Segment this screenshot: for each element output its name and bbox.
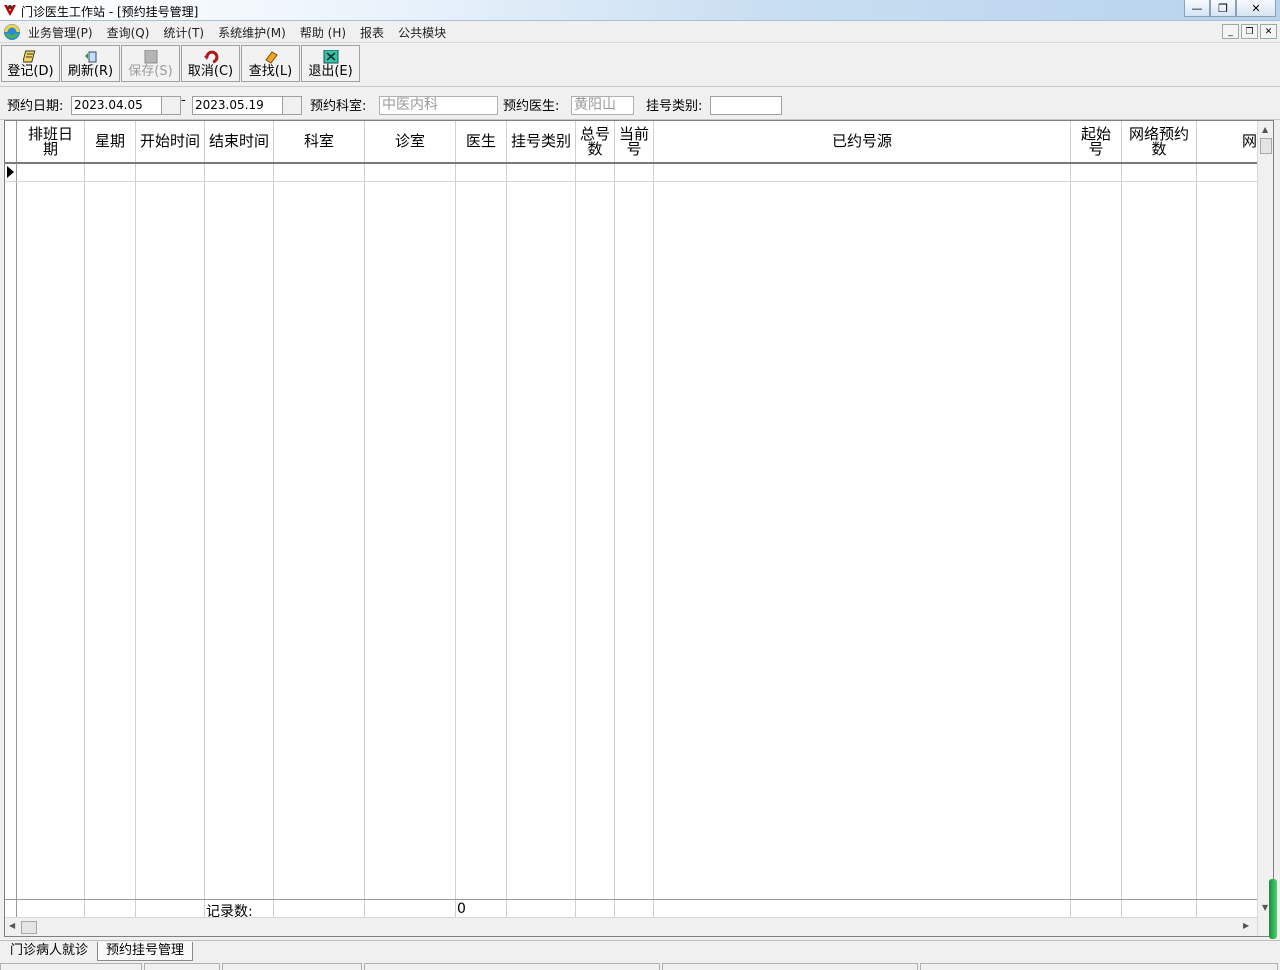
horizontal-scrollbar[interactable]: ◀ ▶ [5, 917, 1257, 936]
filter-bar: 预约日期: 2023.04.05 - 2023.05.19 预约科室: 中医内科… [0, 86, 1280, 120]
vertical-scroll-thumb[interactable] [1260, 138, 1272, 154]
status-bar [0, 962, 1280, 970]
menu-reports[interactable]: 报表 [354, 24, 390, 41]
eraser-icon [264, 51, 278, 64]
dept-field[interactable]: 中医内科 [379, 96, 498, 115]
menu-help[interactable]: 帮助 (H) [294, 24, 352, 41]
undo-icon [203, 50, 218, 64]
scroll-up-icon[interactable]: ▲ [1262, 125, 1268, 134]
exit-icon [323, 50, 338, 64]
date-to-field[interactable]: 2023.05.19 [192, 96, 283, 115]
column-header-booked-slots[interactable]: 已约号源 [654, 121, 1070, 162]
menu-business[interactable]: 业务管理(P) [22, 24, 99, 41]
toolbar: 登记(D) 刷新(R) 保存(S) 取消(C) 查找(L) 退出(E) [0, 44, 1280, 84]
minimize-button[interactable]: — [1184, 0, 1210, 17]
exit-button[interactable]: 退出(E) [301, 45, 360, 82]
column-header-current-number[interactable]: 当前 号 [615, 121, 653, 162]
regtype-field[interactable] [710, 96, 782, 115]
cancel-button[interactable]: 取消(C) [181, 45, 240, 82]
menu-system-maintenance[interactable]: 系统维护(M) [212, 24, 292, 41]
column-header-department[interactable]: 科室 [274, 121, 364, 162]
date-separator: - [181, 93, 186, 108]
scroll-right-icon[interactable]: ▶ [1243, 921, 1249, 930]
minimize-icon: _ [1228, 26, 1233, 37]
menu-public-module[interactable]: 公共模块 [392, 24, 452, 41]
column-header-weekday[interactable]: 星期 [85, 121, 135, 162]
save-button[interactable]: 保存(S) [121, 45, 180, 82]
restore-icon: ❐ [1218, 1, 1228, 15]
current-row-indicator [7, 166, 14, 178]
scroll-down-icon[interactable]: ▼ [1262, 903, 1268, 912]
column-header-online-booking[interactable]: 网络预约 数 [1122, 121, 1196, 162]
system-logo-icon [4, 24, 20, 40]
maximize-button[interactable]: ❐ [1210, 0, 1236, 17]
doctor-label: 预约医生: [503, 99, 560, 114]
doctor-field[interactable]: 黄阳山 [571, 96, 634, 115]
footer-row [5, 899, 1257, 917]
outer-scroll-indicator[interactable] [1269, 879, 1277, 939]
table-row[interactable] [5, 181, 1257, 182]
column-header-end-time[interactable]: 结束时间 [205, 121, 273, 162]
schedule-grid[interactable]: 排班日 期 星期 开始时间 结束时间 科室 诊室 医生 挂号类别 总号 数 当前… [4, 120, 1274, 937]
scroll-left-icon[interactable]: ◀ [9, 921, 15, 930]
register-button[interactable]: 登记(D) [1, 45, 60, 82]
date-from-field[interactable]: 2023.04.05 [71, 96, 162, 115]
register-icon [22, 50, 35, 63]
child-close-button[interactable]: ✕ [1260, 24, 1277, 39]
menu-query[interactable]: 查询(Q) [101, 24, 156, 41]
app-icon [4, 5, 16, 16]
close-icon: ✕ [1251, 1, 1261, 15]
date-to-spinner[interactable] [282, 96, 302, 115]
refresh-icon [84, 51, 96, 63]
tab-outpatient-visit[interactable]: 门诊病人就诊 [2, 942, 96, 961]
record-count-value: 0 [457, 901, 466, 917]
horizontal-scroll-thumb[interactable] [21, 921, 37, 934]
vertical-scrollbar[interactable]: ▲ ▼ [1257, 121, 1273, 936]
minimize-icon: — [1191, 1, 1203, 15]
column-header-clinic-room[interactable]: 诊室 [365, 121, 455, 162]
close-button[interactable]: ✕ [1236, 0, 1276, 17]
column-header-online-partial[interactable]: 网 [1197, 121, 1257, 162]
tab-appointment-registration[interactable]: 预约挂号管理 [97, 942, 194, 961]
refresh-button[interactable]: 刷新(R) [61, 45, 120, 82]
find-button[interactable]: 查找(L) [241, 45, 300, 82]
column-header-schedule-date[interactable]: 排班日 期 [17, 121, 84, 162]
column-header-reg-type[interactable]: 挂号类别 [507, 121, 575, 162]
dept-label: 预约科室: [310, 99, 367, 114]
window-title: 门诊医生工作站 - [预约挂号管理] [21, 5, 199, 19]
close-icon: ✕ [1264, 26, 1273, 37]
window-tabs: 门诊病人就诊 预约挂号管理 [0, 940, 1280, 962]
column-header-start-number[interactable]: 起始 号 [1071, 121, 1121, 162]
child-restore-button[interactable]: ❐ [1241, 24, 1258, 39]
child-minimize-button[interactable]: _ [1222, 24, 1239, 39]
column-header-doctor[interactable]: 医生 [456, 121, 506, 162]
save-icon [144, 50, 157, 64]
menu-bar: 业务管理(P) 查询(Q) 统计(T) 系统维护(M) 帮助 (H) 报表 公共… [0, 21, 1280, 43]
restore-icon: ❐ [1245, 26, 1254, 37]
menu-statistics[interactable]: 统计(T) [157, 24, 210, 41]
regtype-label: 挂号类别: [646, 99, 703, 114]
date-from-spinner[interactable] [161, 96, 181, 115]
column-header-start-time[interactable]: 开始时间 [136, 121, 204, 162]
column-header-total-count[interactable]: 总号 数 [576, 121, 614, 162]
title-bar: 门诊医生工作站 - [预约挂号管理] — ❐ ✕ [0, 0, 1280, 21]
date-label: 预约日期: [7, 99, 64, 114]
